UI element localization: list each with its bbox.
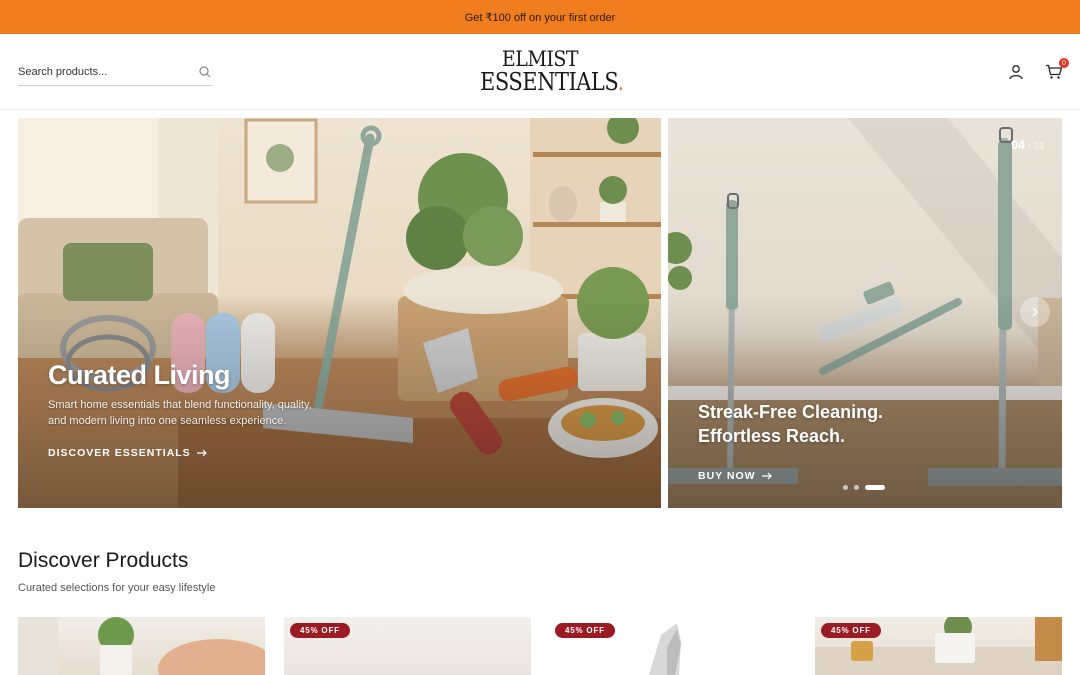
cta-label-2: BUY NOW — [698, 470, 756, 482]
slide-current: 04 — [1011, 138, 1025, 152]
brand-line-2-text: ESSENTIALS — [480, 68, 618, 96]
discover-essentials-link[interactable]: DISCOVER ESSENTIALS — [48, 447, 207, 459]
hero-caption-2: Streak-Free Cleaning. Effortless Reach. … — [698, 400, 938, 484]
slider-dot[interactable] — [854, 485, 859, 490]
section-subtitle: Curated selections for your easy lifesty… — [18, 582, 216, 594]
hero-title-1: Curated Living — [48, 360, 231, 390]
product-card[interactable] — [18, 617, 265, 675]
discount-badge: 45% OFF — [290, 623, 350, 638]
announcement-bar: Get ₹100 off on your first order — [0, 0, 1080, 34]
discount-badge: 45% OFF — [821, 623, 881, 638]
slide-separator: / — [1028, 141, 1031, 151]
hero-slide-streak-free[interactable]: 04 / 03 Streak-Free Cleaning. Effortless… — [668, 118, 1062, 508]
hero-title-2b: Effortless Reach. — [698, 426, 846, 446]
hero-slide-curated-living[interactable]: Curated Living Smart home essentials tha… — [18, 118, 661, 508]
product-card[interactable]: 45% OFF — [284, 617, 531, 675]
arrow-right-icon — [761, 472, 772, 480]
hero-title-2a: Streak-Free Cleaning. — [698, 402, 884, 422]
cta-label-1: DISCOVER ESSENTIALS — [48, 447, 191, 459]
announcement-text: Get ₹100 off on your first order — [464, 11, 616, 24]
brand-logo[interactable]: ELMIST ESSENTIALS. — [480, 48, 624, 94]
cart-count-badge: 0 — [1059, 58, 1069, 68]
brand-line-2: ESSENTIALS. — [480, 70, 624, 94]
slide-counter: 04 / 03 — [1011, 138, 1044, 152]
search-icon[interactable] — [198, 65, 212, 79]
slider-dot-active[interactable] — [865, 485, 885, 490]
chevron-right-icon — [1032, 307, 1038, 317]
arrow-right-icon — [196, 449, 207, 457]
product-card[interactable]: 45% OFF — [815, 617, 1062, 675]
slider-dot[interactable] — [843, 485, 848, 490]
site-header: ELMIST ESSENTIALS. 0 — [0, 34, 1080, 110]
slider-dots — [843, 485, 885, 490]
slider-next-button[interactable] — [1020, 297, 1050, 327]
product-card[interactable]: 45% OFF — [549, 617, 796, 675]
cart-button[interactable]: 0 — [1044, 58, 1069, 82]
header-actions: 0 — [1006, 58, 1069, 82]
slide-total: 03 — [1033, 141, 1044, 151]
user-icon[interactable] — [1006, 62, 1026, 82]
search-box — [18, 58, 212, 86]
hero-description-1: Smart home essentials that blend functio… — [48, 399, 312, 427]
buy-now-link[interactable]: BUY NOW — [698, 470, 772, 482]
brand-accent-dot: . — [617, 68, 625, 96]
section-title: Discover Products — [18, 549, 189, 572]
hero-caption-1: Curated Living Smart home essentials tha… — [48, 360, 318, 461]
discount-badge: 45% OFF — [555, 623, 615, 638]
search-input[interactable] — [18, 65, 188, 78]
